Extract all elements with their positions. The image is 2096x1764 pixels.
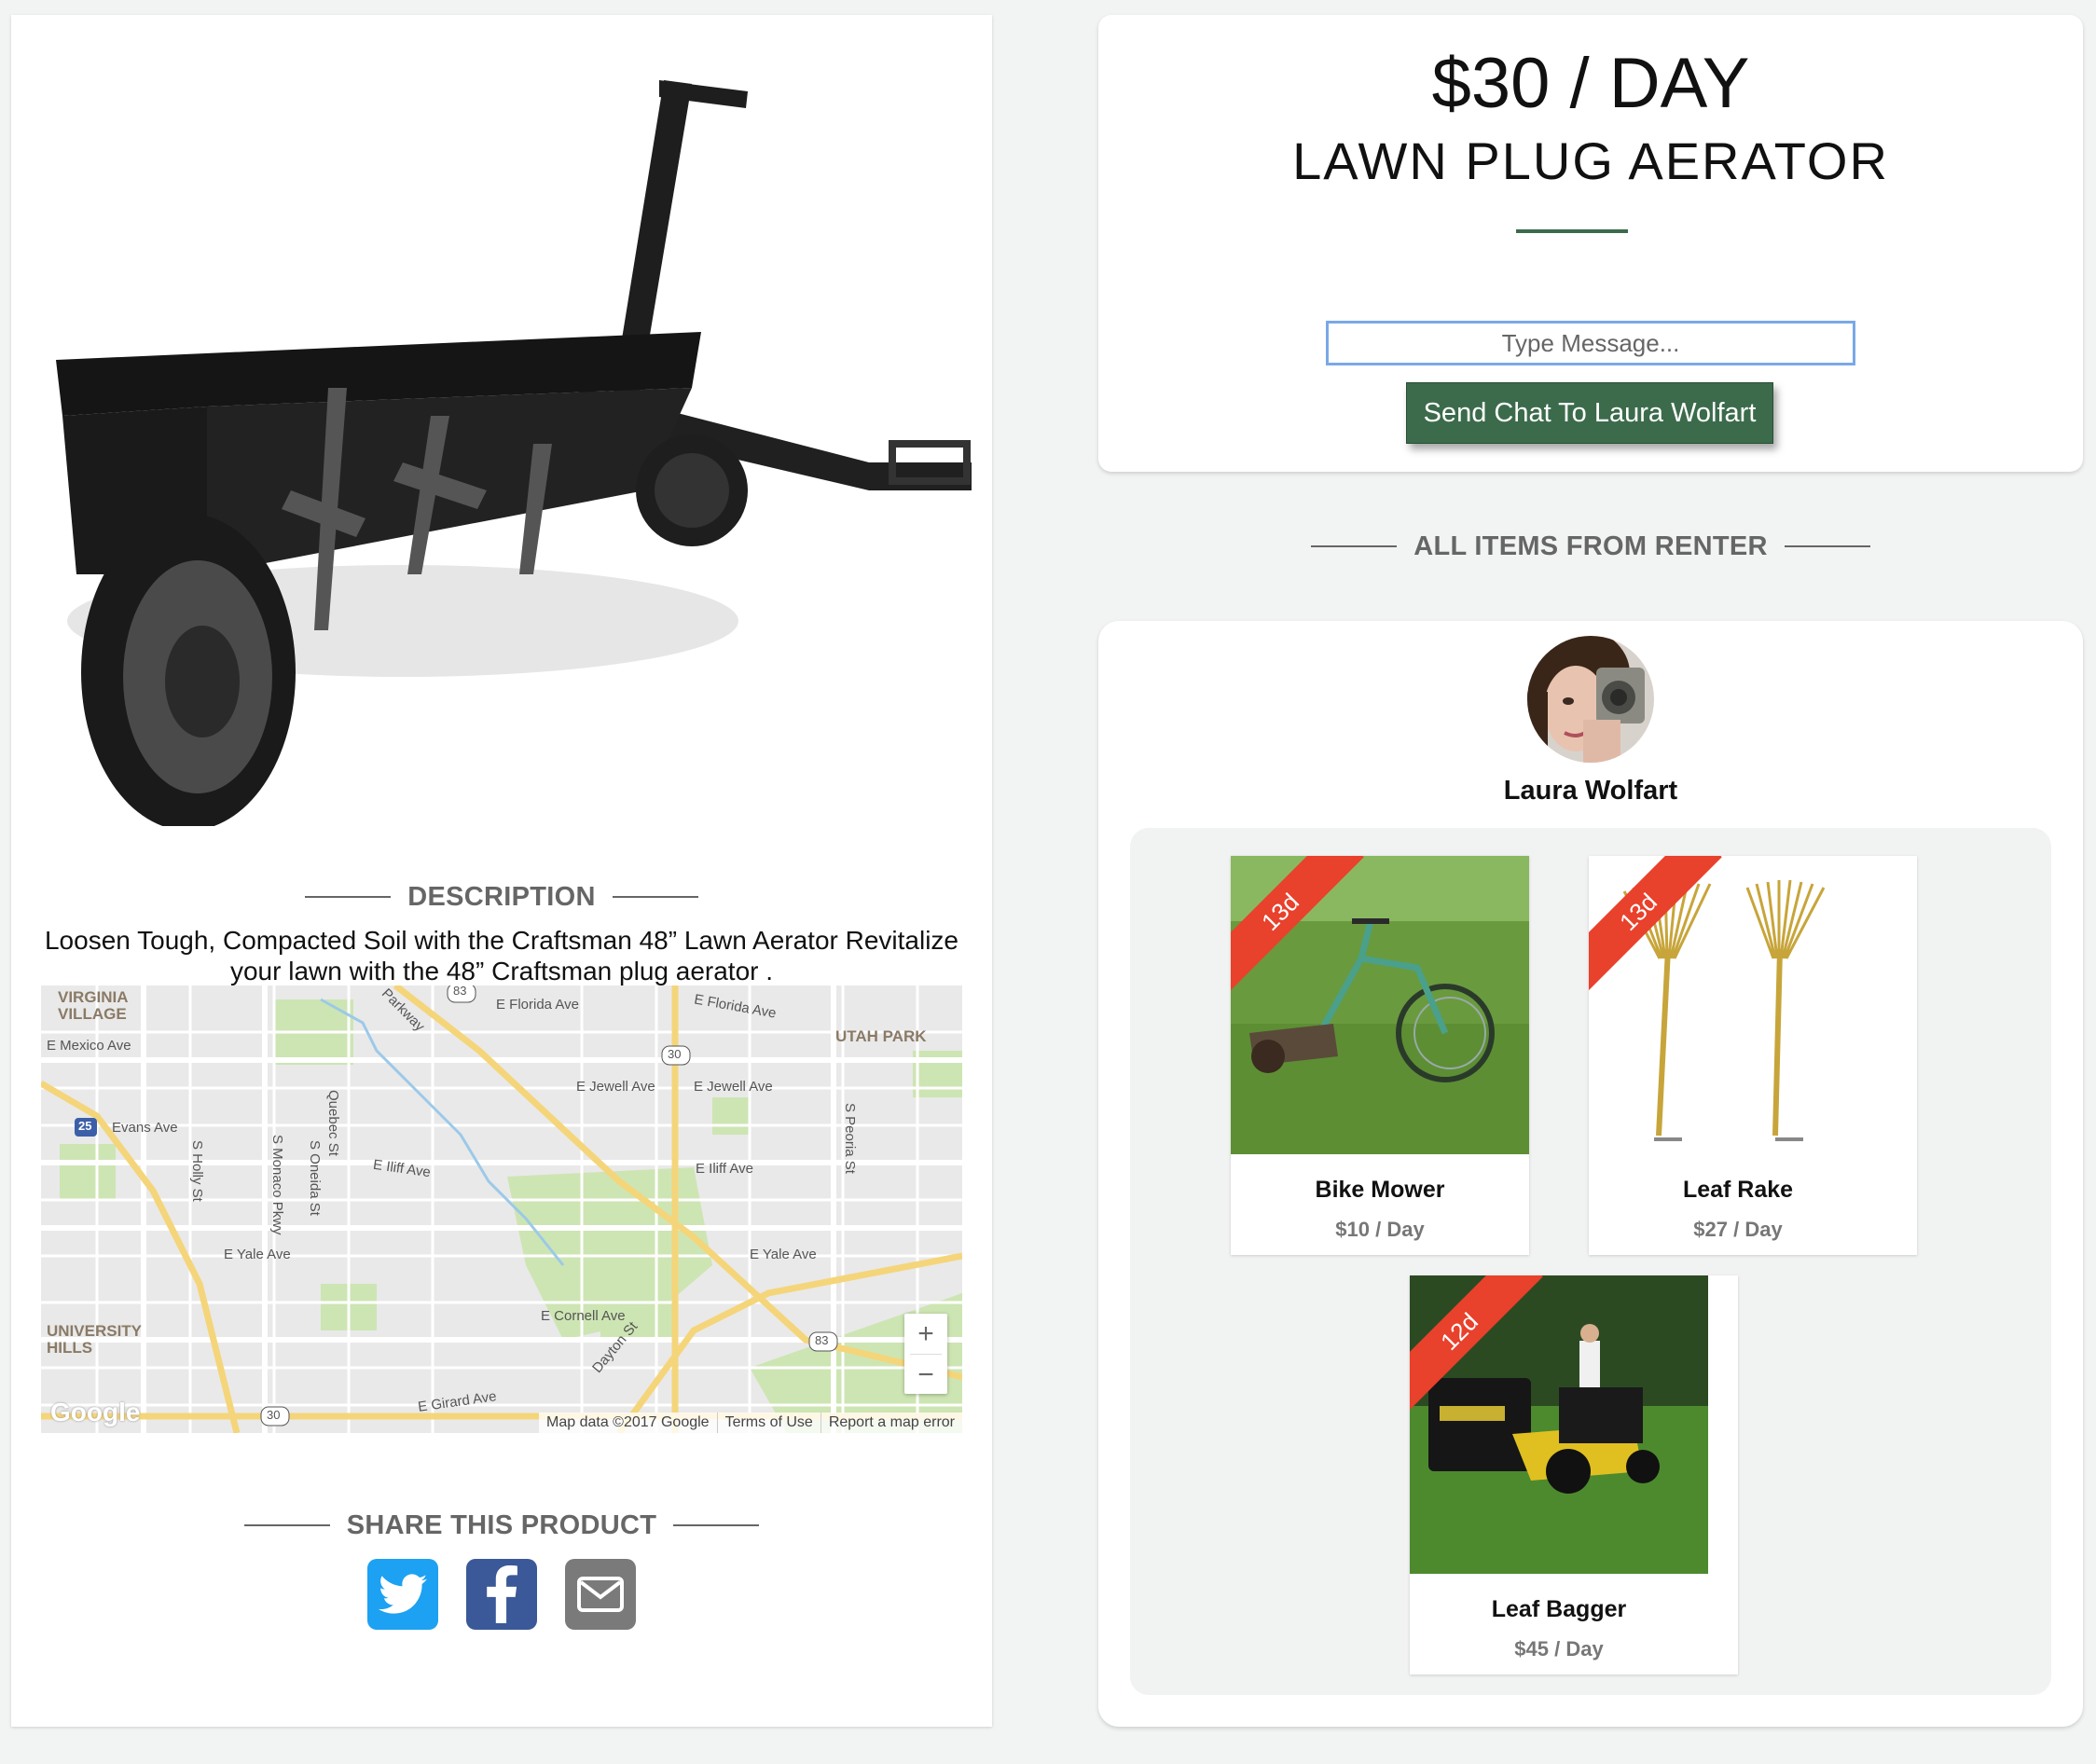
- item-name: Leaf Rake: [1682, 1177, 1794, 1203]
- map-label-quebec-st: Quebec St: [325, 1090, 341, 1156]
- map-zoom-in-button[interactable]: +: [904, 1314, 947, 1354]
- item-price: $45 / Day: [1514, 1637, 1604, 1661]
- map-label-peoria-st: S Peoria St: [842, 1103, 858, 1174]
- title-underline: [1516, 229, 1628, 233]
- map-label-yale-ave: E Yale Ave: [224, 1247, 291, 1262]
- heading-rule-right: [673, 1524, 760, 1526]
- map-route-83: 83: [453, 985, 467, 998]
- pricing-card: $30 / DAY LAWN PLUG AERATOR Send Chat To…: [1098, 15, 2083, 472]
- share-heading: SHARE THIS PRODUCT: [11, 1509, 992, 1542]
- map-zoom-out-button[interactable]: −: [904, 1355, 947, 1395]
- leaf-bagger-photo: 12d: [1410, 1275, 1708, 1574]
- item-title: LAWN PLUG AERATOR: [1292, 131, 1889, 190]
- description-heading-text: DESCRIPTION: [407, 881, 596, 912]
- share-buttons: [11, 1559, 992, 1630]
- google-logo: Google: [50, 1398, 141, 1426]
- map-label-florida-ave: E Florida Ave: [496, 997, 579, 1013]
- price-per-day: $30 / DAY: [1431, 44, 1750, 123]
- twitter-share-button[interactable]: [367, 1559, 438, 1630]
- item-price: $27 / Day: [1693, 1218, 1783, 1241]
- location-map[interactable]: VIRGINIA VILLAGE E Mexico Ave E Florida …: [41, 985, 962, 1433]
- map-label-evans-ave: Evans Ave: [112, 1120, 178, 1136]
- facebook-share-button[interactable]: [466, 1559, 537, 1630]
- renter-items-heading-text: ALL ITEMS FROM RENTER: [1413, 531, 1768, 561]
- map-label-virginia-village: VIRGINIA VILLAGE: [58, 988, 129, 1023]
- map-label-monaco-pkwy: S Monaco Pkwy: [269, 1135, 285, 1235]
- renter-name: Laura Wolfart: [1503, 776, 1678, 806]
- item-name: Leaf Bagger: [1491, 1596, 1627, 1622]
- product-detail-card: DESCRIPTION Loosen Tough, Compacted Soil…: [11, 15, 992, 1727]
- send-chat-button[interactable]: Send Chat To Laura Wolfart: [1406, 382, 1773, 444]
- map-data-attribution: Map data ©2017 Google: [546, 1414, 710, 1430]
- map-label-university-hills: UNIVERSITY HILLS: [47, 1322, 143, 1357]
- map-label-yale-ave-east: E Yale Ave: [750, 1247, 817, 1262]
- map-route-30-south: 30: [267, 1408, 281, 1422]
- item-price: $10 / Day: [1335, 1218, 1425, 1241]
- map-terms-link[interactable]: Terms of Use: [716, 1413, 820, 1433]
- map-label-jewell-ave-east: E Jewell Ave: [694, 1079, 773, 1095]
- map-zoom-control: + −: [904, 1314, 947, 1394]
- renter-avatar[interactable]: [1527, 636, 1654, 763]
- leaf-rake-photo: 13d: [1589, 856, 1887, 1154]
- map-label-oneida-st: S Oneida St: [307, 1140, 323, 1216]
- facebook-icon: [487, 1565, 517, 1623]
- bike-mower-photo: 13d: [1231, 856, 1529, 1154]
- map-label-cornell-ave: E Cornell Ave: [541, 1308, 626, 1324]
- description-heading: DESCRIPTION: [11, 880, 992, 914]
- map-label-utah-park: UTAH PARK: [835, 1027, 927, 1045]
- item-card-leaf-bagger[interactable]: 12d Leaf Bagger $45 / Day: [1410, 1275, 1738, 1674]
- email-share-button[interactable]: [565, 1559, 636, 1630]
- map-label-mexico-ave: E Mexico Ave: [47, 1038, 131, 1054]
- description-text: Loosen Tough, Compacted Soil with the Cr…: [44, 926, 958, 985]
- map-footer: Map data ©2017 Google Terms of Use Repor…: [539, 1413, 962, 1433]
- renter-items-grid: 13d Bike Mower $10 / Day 13d Leaf Rake $…: [1130, 828, 2051, 1695]
- item-name: Bike Mower: [1315, 1177, 1445, 1203]
- heading-rule-left: [305, 896, 392, 898]
- heading-rule-left: [243, 1524, 330, 1526]
- heading-rule-right: [612, 896, 698, 898]
- email-icon: [577, 1577, 624, 1612]
- map-route-83-south: 83: [815, 1333, 829, 1347]
- map-label-iliff-ave-east: E Iliff Ave: [696, 1161, 753, 1177]
- item-card-leaf-rake[interactable]: 13d Leaf Rake $27 / Day: [1589, 856, 1917, 1255]
- lawn-aerator-image: [48, 52, 981, 831]
- item-card-bike-mower[interactable]: 13d Bike Mower $10 / Day: [1231, 856, 1529, 1255]
- map-route-25: 25: [78, 1119, 92, 1133]
- heading-rule-right: [1784, 545, 1870, 547]
- map-label-holly-st: S Holly St: [189, 1140, 205, 1202]
- heading-rule-left: [1311, 545, 1398, 547]
- twitter-icon: [379, 1574, 427, 1614]
- map-label-jewell-ave: E Jewell Ave: [576, 1079, 655, 1095]
- chat-message-input[interactable]: [1326, 321, 1855, 365]
- map-route-30: 30: [668, 1047, 682, 1061]
- share-heading-text: SHARE THIS PRODUCT: [346, 1509, 657, 1540]
- map-report-error-link[interactable]: Report a map error: [820, 1413, 962, 1433]
- renter-card: Laura Wolfart 13d Bike Mower $10 / Day 1…: [1098, 621, 2083, 1727]
- renter-items-heading: ALL ITEMS FROM RENTER: [1098, 530, 2083, 563]
